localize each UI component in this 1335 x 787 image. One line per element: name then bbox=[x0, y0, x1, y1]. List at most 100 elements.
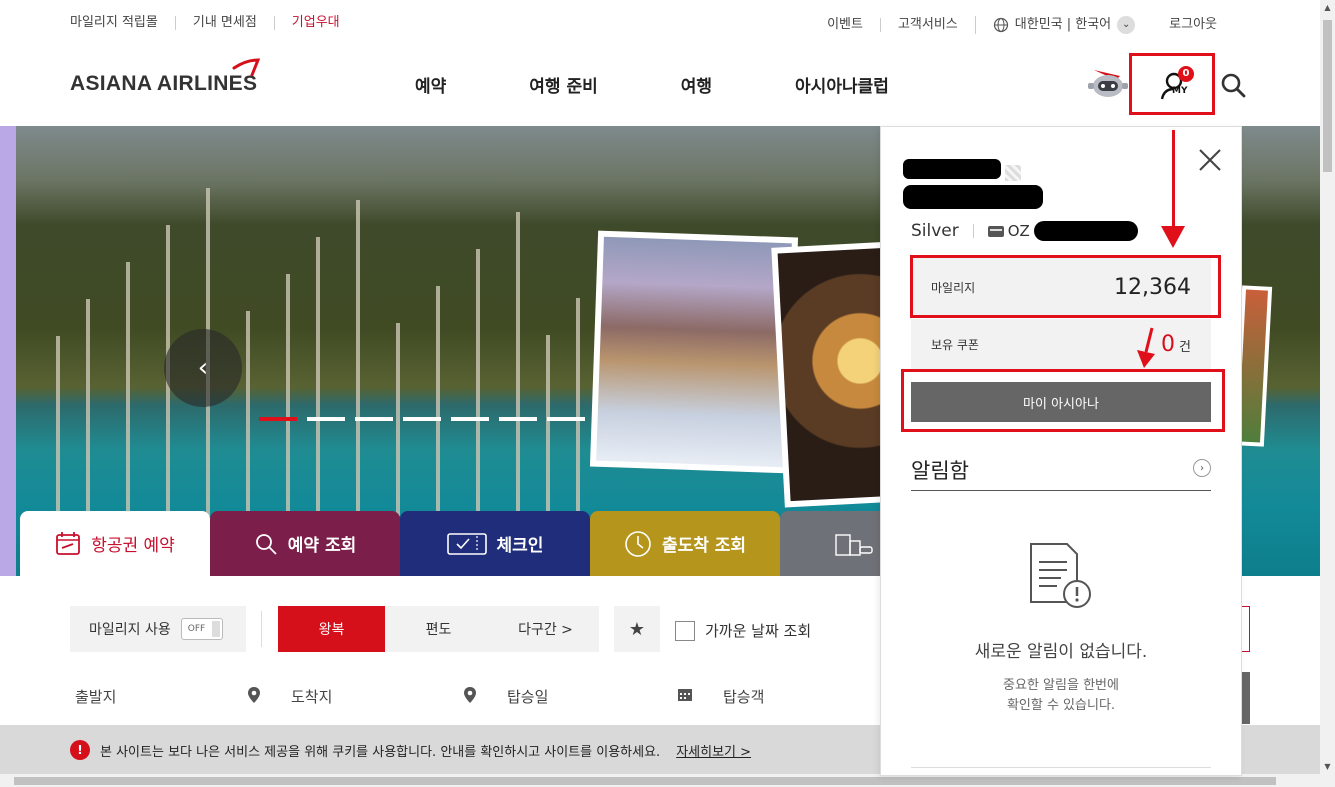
horizontal-scroll-thumb[interactable] bbox=[14, 777, 1276, 785]
page: 마일리지 적립몰 기내 면세점 기업우대 이벤트 고객서비스 대한민국 | 한국… bbox=[0, 0, 1335, 787]
logout-link[interactable]: 로그아웃 bbox=[1152, 18, 1234, 32]
tree-trunk bbox=[476, 249, 480, 516]
notification-header[interactable]: 알림함 › bbox=[911, 455, 1211, 491]
tab-label: 예약 조회 bbox=[287, 536, 357, 556]
map-pin-icon bbox=[464, 687, 476, 703]
hero-photo-city bbox=[589, 230, 799, 474]
slide-dot[interactable] bbox=[307, 417, 345, 421]
slide-dot[interactable] bbox=[355, 417, 393, 421]
nearby-label: 가까운 날짜 조회 bbox=[705, 622, 812, 640]
tree-trunk bbox=[86, 299, 90, 516]
coupon-value: 0 bbox=[1161, 331, 1176, 357]
arrival-field[interactable]: 도착지 bbox=[291, 686, 507, 707]
tree-trunk bbox=[516, 212, 520, 516]
logo-mark-icon bbox=[232, 58, 260, 76]
my-label: MY bbox=[1172, 86, 1188, 96]
slide-dot[interactable] bbox=[259, 417, 297, 421]
header: ASIANA AIRLINES 예약 여행 준비 여행 아시아나클럽 0 MY bbox=[0, 46, 1320, 126]
nav-travel[interactable]: 여행 bbox=[681, 72, 712, 97]
nearby-dates[interactable]: 가까운 날짜 조회 bbox=[675, 620, 811, 641]
off-toggle[interactable]: OFF bbox=[180, 618, 223, 640]
nearby-checkbox[interactable] bbox=[675, 620, 695, 641]
my-button[interactable]: 0 MY bbox=[1129, 53, 1215, 115]
redacted-name bbox=[903, 159, 1001, 179]
link-event[interactable]: 이벤트 bbox=[810, 18, 880, 32]
scroll-up-icon[interactable]: ▲ bbox=[1320, 0, 1335, 15]
close-icon[interactable] bbox=[1197, 147, 1223, 173]
redacted-member-number bbox=[1033, 221, 1138, 241]
tree-trunk bbox=[356, 200, 360, 516]
tree-trunk bbox=[246, 311, 250, 516]
chatbot-icon[interactable] bbox=[1086, 66, 1130, 102]
slide-dot[interactable] bbox=[403, 417, 441, 421]
clock-icon bbox=[625, 530, 651, 557]
link-mileage-mall[interactable]: 마일리지 적립몰 bbox=[70, 16, 175, 30]
search-icon bbox=[255, 533, 277, 555]
divider bbox=[911, 767, 1211, 768]
tree-trunk bbox=[546, 335, 550, 516]
map-pin-icon bbox=[248, 687, 260, 703]
alert-icon: ! bbox=[70, 740, 90, 760]
notification-title: 알림함 bbox=[911, 459, 969, 483]
tab-label: 출도착 조회 bbox=[661, 536, 747, 556]
empty-notice-sub: 중요한 알림을 한번에 확인할 수 있습니다. bbox=[881, 676, 1241, 716]
main-nav: 예약 여행 준비 여행 아시아나클럽 bbox=[415, 72, 972, 97]
coupon-box[interactable]: 보유 쿠폰 0건 bbox=[911, 319, 1211, 369]
search-icon[interactable] bbox=[1220, 72, 1246, 98]
hero-edge bbox=[0, 126, 16, 576]
chevron-right-icon[interactable]: › bbox=[1193, 459, 1211, 477]
annotation-arrow-head-icon bbox=[1161, 226, 1185, 248]
ticket-check-icon bbox=[446, 532, 487, 555]
nav-asiana-club[interactable]: 아시아나클럽 bbox=[795, 72, 889, 97]
tab-checkin[interactable]: 체크인 bbox=[400, 511, 590, 576]
passenger-label: 탑승객 bbox=[723, 688, 765, 706]
my-dropdown-panel: Silver OZ 마일리지 12,364 보유 쿠폰 0건 마이 아시아나 알… bbox=[880, 126, 1242, 776]
chevron-left-icon: ‹ bbox=[197, 353, 209, 383]
tab-reservation-check[interactable]: 예약 조회 bbox=[210, 511, 400, 576]
nav-booking[interactable]: 예약 bbox=[415, 72, 446, 97]
trip-type-selector: 왕복 편도 다구간 > bbox=[278, 606, 599, 652]
member-number: OZ bbox=[987, 221, 1138, 241]
trip-round[interactable]: 왕복 bbox=[278, 606, 385, 652]
trip-multi[interactable]: 다구간 > bbox=[492, 606, 599, 652]
coupon-unit: 건 bbox=[1179, 339, 1191, 355]
logo[interactable]: ASIANA AIRLINES bbox=[70, 72, 257, 96]
cookie-more-link[interactable]: 자세히보기 > bbox=[676, 741, 751, 760]
favorite-button[interactable]: ★ bbox=[614, 606, 660, 652]
prev-slide-button[interactable]: ‹ bbox=[164, 329, 242, 407]
cookie-text: 본 사이트는 보다 나은 서비스 제공을 위해 쿠키를 사용합니다. 안내를 확… bbox=[100, 744, 661, 760]
divider bbox=[972, 224, 974, 238]
date-label: 탑승일 bbox=[507, 688, 549, 706]
annotation-arrow-line bbox=[1172, 130, 1175, 230]
mileage-use-toggle[interactable]: 마일리지 사용 OFF bbox=[70, 606, 246, 652]
star-icon: ★ bbox=[628, 618, 646, 640]
tab-flight-booking[interactable]: 항공권 예약 bbox=[20, 511, 210, 576]
building-car-icon bbox=[835, 533, 874, 556]
link-corporate[interactable]: 기업우대 bbox=[273, 16, 357, 30]
slide-dot[interactable] bbox=[547, 417, 585, 421]
pixelated-area bbox=[1005, 165, 1021, 181]
date-field[interactable]: 탑승일 bbox=[507, 686, 723, 707]
departure-label: 출발지 bbox=[75, 688, 117, 706]
empty-notice-title: 새로운 알림이 없습니다. bbox=[974, 642, 1148, 662]
annotation-my-asiana-box bbox=[901, 369, 1225, 432]
trip-oneway[interactable]: 편도 bbox=[385, 606, 492, 652]
empty-notice-line1: 중요한 알림을 한번에 bbox=[1003, 678, 1119, 693]
departure-field[interactable]: 출발지 bbox=[75, 686, 291, 707]
utility-bar: 마일리지 적립몰 기내 면세점 기업우대 이벤트 고객서비스 대한민국 | 한국… bbox=[0, 0, 1320, 46]
slide-dot[interactable] bbox=[499, 417, 537, 421]
scroll-down-icon[interactable]: ▼ bbox=[1320, 759, 1335, 774]
mileage-use-label: 마일리지 사용 bbox=[89, 622, 171, 638]
tab-flight-status[interactable]: 출도착 조회 bbox=[590, 511, 780, 576]
nav-travel-prep[interactable]: 여행 준비 bbox=[529, 72, 597, 97]
tree-trunk bbox=[126, 262, 130, 516]
utility-right: 이벤트 고객서비스 대한민국 | 한국어 ⌄ 로그아웃 bbox=[810, 16, 1234, 34]
link-customer-service[interactable]: 고객서비스 bbox=[879, 18, 975, 32]
vertical-scroll-thumb[interactable] bbox=[1323, 20, 1332, 172]
link-duty-free[interactable]: 기내 면세점 bbox=[174, 16, 274, 30]
tree-trunk bbox=[286, 274, 290, 516]
locale-label: 대한민국 | 한국어 bbox=[1014, 17, 1112, 32]
slide-dot[interactable] bbox=[451, 417, 489, 421]
search-fields: 출발지 도착지 탑승일 탑승객 bbox=[75, 686, 939, 707]
locale-selector[interactable]: 대한민국 | 한국어 ⌄ bbox=[974, 16, 1152, 34]
